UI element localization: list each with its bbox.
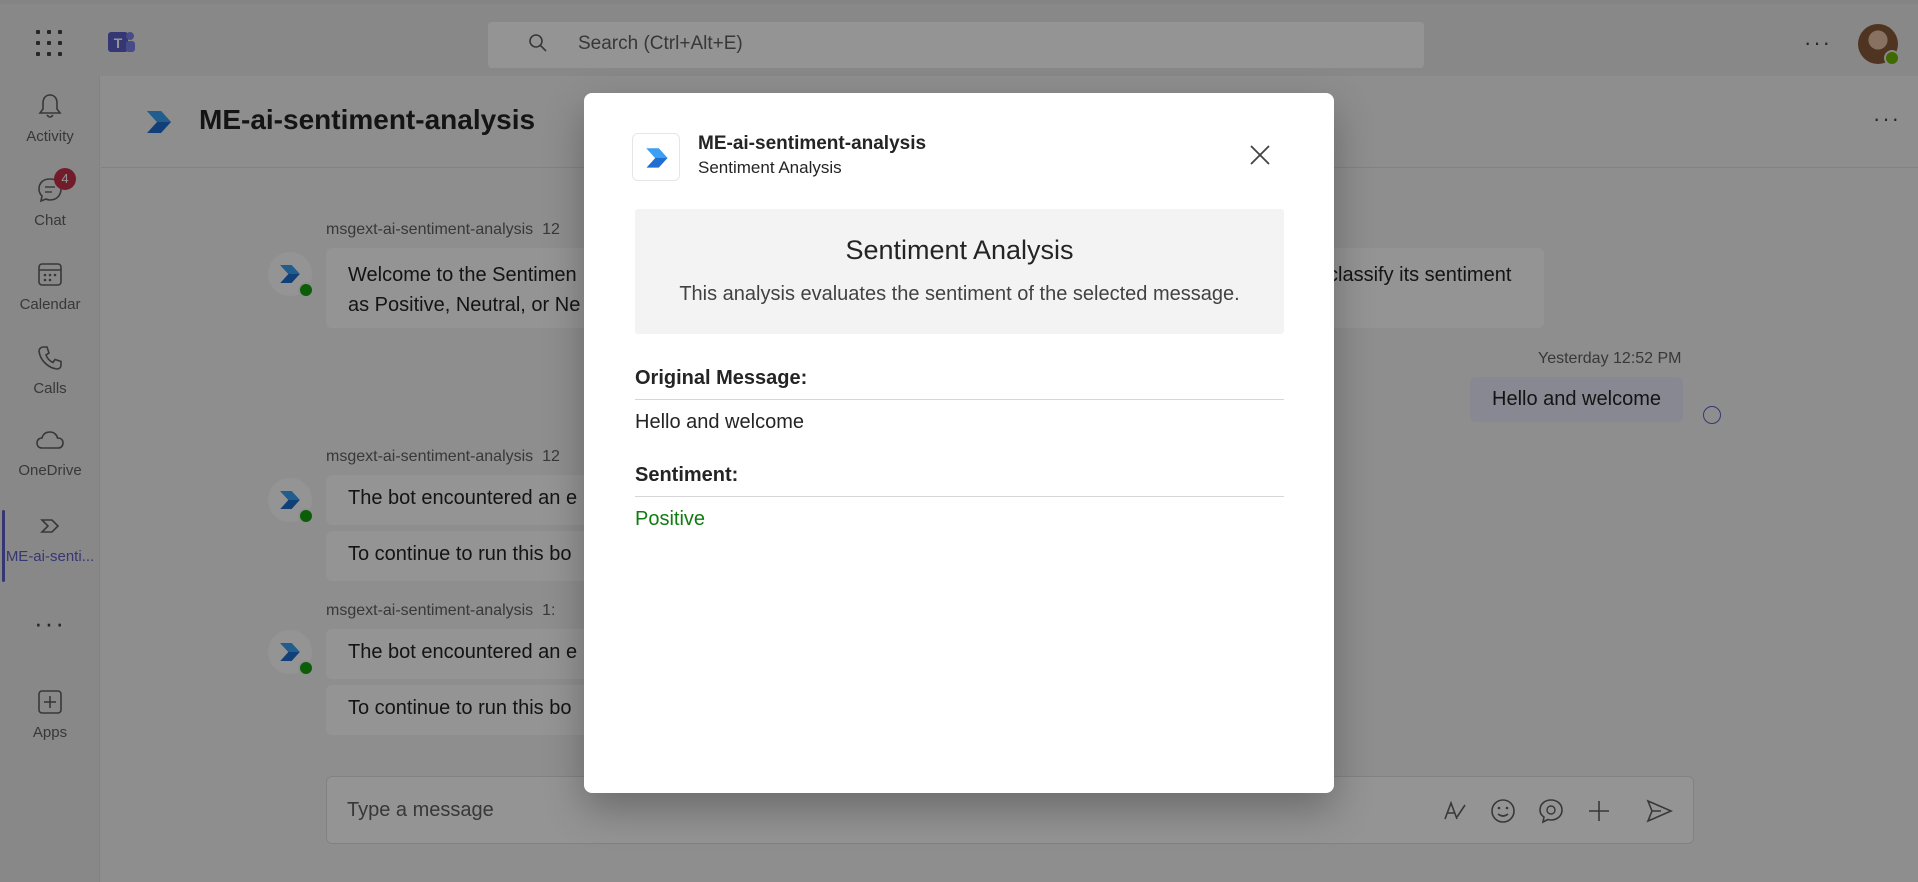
close-icon[interactable] <box>1246 141 1274 169</box>
card-description: This analysis evaluates the sentiment of… <box>679 283 1240 305</box>
sentiment-label: Sentiment: <box>635 464 739 486</box>
dialog-app-name: ME-ai-sentiment-analysis <box>698 133 927 154</box>
card-heading: Sentiment Analysis <box>845 235 1074 265</box>
dialog-app-subtitle: Sentiment Analysis <box>698 158 842 177</box>
bot-logo-icon <box>646 148 668 168</box>
sentiment-dialog: ME-ai-sentiment-analysis Sentiment Analy… <box>584 93 1334 793</box>
dialog-app-icon <box>632 133 680 181</box>
original-message-value: Hello and welcome <box>635 411 804 433</box>
divider <box>635 399 1284 400</box>
analysis-card-header: Sentiment Analysis This analysis evaluat… <box>635 209 1284 334</box>
sentiment-value: Positive <box>635 508 706 530</box>
original-message-label: Original Message: <box>635 367 808 389</box>
divider <box>635 496 1284 497</box>
